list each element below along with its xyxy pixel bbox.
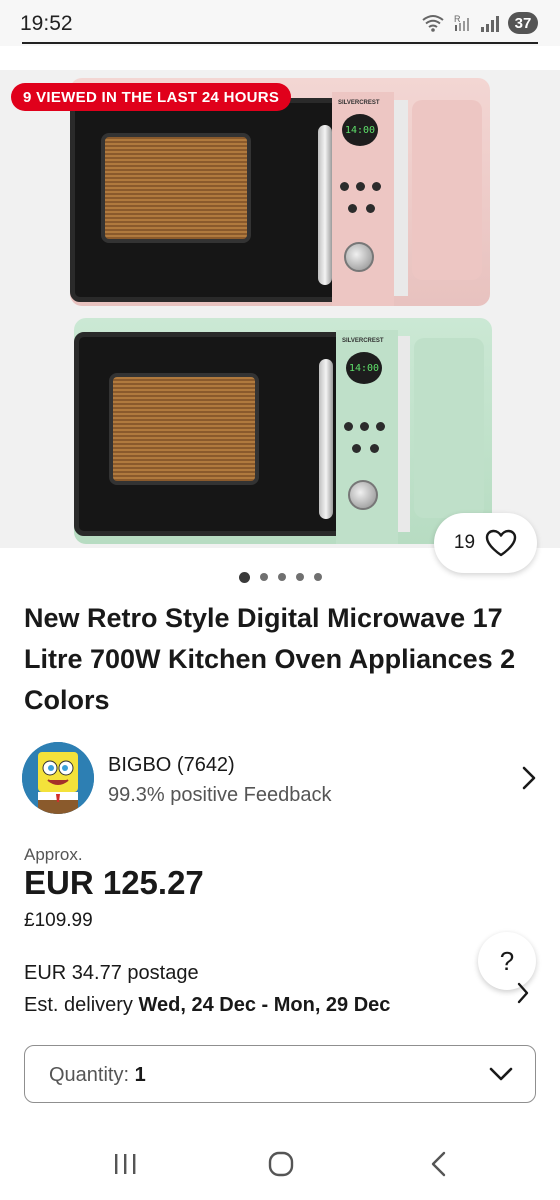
signal-icon	[481, 16, 499, 32]
quantity-label: Quantity:	[49, 1064, 130, 1086]
roaming-signal-icon: R	[454, 14, 469, 31]
product-image-pink-microwave: SILVERCREST 14:00	[70, 78, 490, 306]
image-gallery[interactable]: 9 VIEWED IN THE LAST 24 HOURS SILVERCRES…	[0, 70, 560, 548]
status-bar: 19:52 R 37	[0, 0, 560, 46]
chevron-right-icon	[522, 766, 536, 790]
battery-icon: 37	[508, 12, 538, 34]
watch-button[interactable]: 19	[434, 513, 537, 573]
seller-avatar	[22, 742, 94, 814]
price-original-currency: £109.99	[24, 910, 93, 931]
recent-apps-icon[interactable]	[113, 1152, 137, 1176]
price-amount: EUR 125.27	[24, 864, 204, 901]
carousel-dot[interactable]	[277, 573, 286, 581]
svg-text:R: R	[454, 14, 461, 24]
product-image-green-microwave: SILVERCREST 14:00	[74, 318, 492, 544]
chevron-right-icon[interactable]	[516, 982, 530, 1004]
postage-cost: EUR 34.77 postage	[24, 962, 199, 984]
header-divider	[22, 42, 538, 44]
listing-title: New Retro Style Digital Microwave 17 Lit…	[24, 603, 516, 715]
home-icon[interactable]	[268, 1151, 294, 1177]
carousel-dot[interactable]	[295, 573, 304, 581]
seller-feedback: 99.3% positive Feedback	[108, 784, 332, 806]
seller-row[interactable]: BIGBO (7642) 99.3% positive Feedback	[22, 742, 542, 814]
system-nav-bar	[0, 1130, 560, 1200]
status-icons: R 37	[422, 12, 538, 34]
dial-knob	[344, 242, 374, 272]
wifi-icon	[422, 15, 444, 32]
status-time: 19:52	[20, 12, 73, 35]
delivery-estimate: Est. delivery Wed, 24 Dec - Mon, 29 Dec	[24, 994, 391, 1016]
carousel-dot[interactable]	[259, 573, 268, 581]
watch-count: 19	[453, 532, 476, 553]
seller-name: BIGBO (7642)	[108, 754, 235, 776]
price-approx-label: Approx.	[24, 845, 83, 864]
back-icon[interactable]	[428, 1150, 448, 1178]
control-panel: SILVERCREST 14:00	[336, 330, 398, 544]
quantity-value: 1	[134, 1064, 146, 1086]
delivery-dates: Wed, 24 Dec - Mon, 29 Dec	[138, 994, 391, 1016]
dial-knob	[348, 480, 378, 510]
carousel-dot[interactable]	[313, 573, 322, 581]
carousel-dot-active[interactable]	[238, 571, 250, 583]
quantity-select[interactable]: Quantity: 1	[24, 1045, 536, 1103]
heart-icon	[485, 529, 517, 557]
chevron-down-icon	[489, 1067, 513, 1081]
viewed-badge: 9 VIEWED IN THE LAST 24 HOURS	[11, 83, 292, 111]
control-panel: SILVERCREST 14:00	[332, 92, 394, 306]
